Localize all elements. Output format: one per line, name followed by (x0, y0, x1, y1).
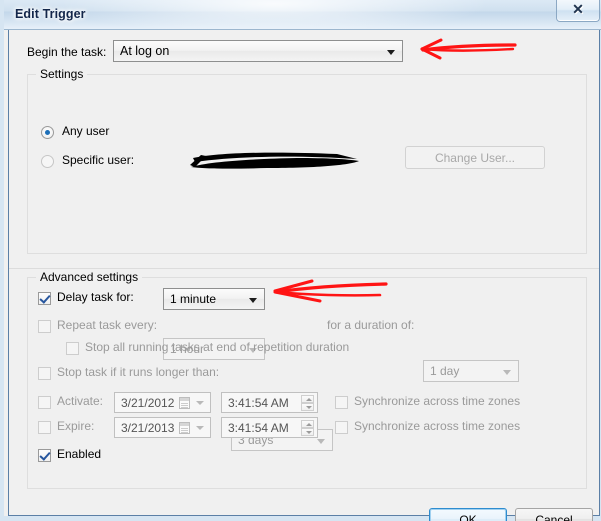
calendar-icon (179, 397, 190, 409)
calendar-icon (179, 422, 190, 434)
chevron-down-icon (387, 50, 395, 55)
enabled-label: Enabled (57, 447, 102, 461)
duration-value: 1 day (430, 364, 460, 378)
window-title: Edit Trigger (15, 7, 86, 21)
checkbox-repeat-task[interactable] (38, 320, 51, 333)
checkbox-activate-sync-timezones[interactable] (335, 396, 348, 409)
ok-button-label: OK (459, 512, 477, 521)
expire-time-field[interactable]: 3:41:54 AM (221, 417, 318, 438)
close-icon: ✕ (572, 3, 584, 18)
spinner-up-icon[interactable] (301, 420, 314, 428)
close-button[interactable]: ✕ (556, 0, 600, 22)
title-bar: Edit Trigger ✕ (4, 0, 601, 30)
expire-label: Expire: (57, 419, 95, 433)
activate-date-field[interactable]: 3/21/2012 (114, 392, 211, 413)
chevron-down-icon (503, 370, 511, 375)
activate-label: Activate: (57, 394, 104, 408)
edit-trigger-window: Edit Trigger ✕ Begin the task: At log on… (0, 0, 601, 521)
spinner-down-icon[interactable] (301, 403, 314, 411)
chevron-down-icon (317, 439, 325, 444)
checkbox-expire[interactable] (38, 421, 51, 434)
checkbox-stop-at-repetition-end[interactable] (66, 342, 79, 355)
activate-time-spinner[interactable] (301, 395, 314, 411)
advanced-settings-group-title: Advanced settings (36, 270, 143, 284)
radio-specific-user[interactable] (41, 155, 54, 168)
radio-any-user[interactable] (41, 126, 54, 139)
cancel-button-label: Cancel (535, 512, 573, 521)
chevron-down-icon (196, 401, 204, 405)
begin-task-value: At log on (120, 44, 170, 58)
chevron-down-icon (249, 298, 257, 303)
activate-time-field[interactable]: 3:41:54 AM (221, 392, 318, 413)
begin-task-dropdown[interactable]: At log on (113, 40, 403, 62)
expire-date-value: 3/21/2013 (121, 421, 175, 435)
section-divider (9, 268, 599, 269)
delay-task-value: 1 minute (170, 292, 217, 306)
stop-at-repetition-end-label: Stop all running tasks at end of repetit… (85, 340, 350, 354)
duration-dropdown[interactable]: 1 day (423, 360, 519, 382)
change-user-button[interactable]: Change User... (405, 146, 545, 169)
activate-time-value: 3:41:54 AM (228, 396, 289, 410)
cancel-button[interactable]: Cancel (515, 508, 593, 521)
title-bar-glow (64, 0, 484, 30)
radio-any-user-label: Any user (62, 124, 110, 138)
chevron-down-icon (196, 426, 204, 430)
stop-if-longer-label: Stop task if it runs longer than: (57, 365, 220, 379)
advanced-settings-group: Advanced settings (27, 270, 587, 489)
activate-sync-timezones-label: Synchronize across time zones (354, 394, 521, 408)
screenshot-root: Edit Trigger ✕ Begin the task: At log on… (0, 0, 601, 521)
begin-task-label: Begin the task: (27, 45, 107, 59)
dialog-client-area: Begin the task: At log on Settings Any u… (8, 30, 600, 521)
delay-task-dropdown[interactable]: 1 minute (163, 288, 265, 310)
repeat-task-label: Repeat task every: (57, 318, 158, 332)
activate-date-value: 3/21/2012 (121, 396, 175, 410)
checkbox-delay-task[interactable] (38, 292, 51, 305)
checkbox-activate[interactable] (38, 396, 51, 409)
expire-date-field[interactable]: 3/21/2013 (114, 417, 211, 438)
expire-time-value: 3:41:54 AM (228, 421, 289, 435)
delay-task-label: Delay task for: (57, 290, 134, 304)
duration-label: for a duration of: (327, 318, 415, 332)
radio-specific-user-label: Specific user: (62, 153, 135, 167)
ok-button[interactable]: OK (429, 508, 507, 521)
change-user-button-label: Change User... (434, 150, 516, 165)
spinner-down-icon[interactable] (301, 428, 314, 436)
checkbox-stop-if-longer[interactable] (38, 367, 51, 380)
checkbox-expire-sync-timezones[interactable] (335, 421, 348, 434)
begin-task-row: Begin the task: At log on (27, 40, 587, 64)
checkbox-enabled[interactable] (38, 449, 51, 462)
expire-time-spinner[interactable] (301, 420, 314, 436)
settings-group-title: Settings (36, 67, 88, 81)
spinner-up-icon[interactable] (301, 395, 314, 403)
expire-sync-timezones-label: Synchronize across time zones (354, 419, 521, 433)
